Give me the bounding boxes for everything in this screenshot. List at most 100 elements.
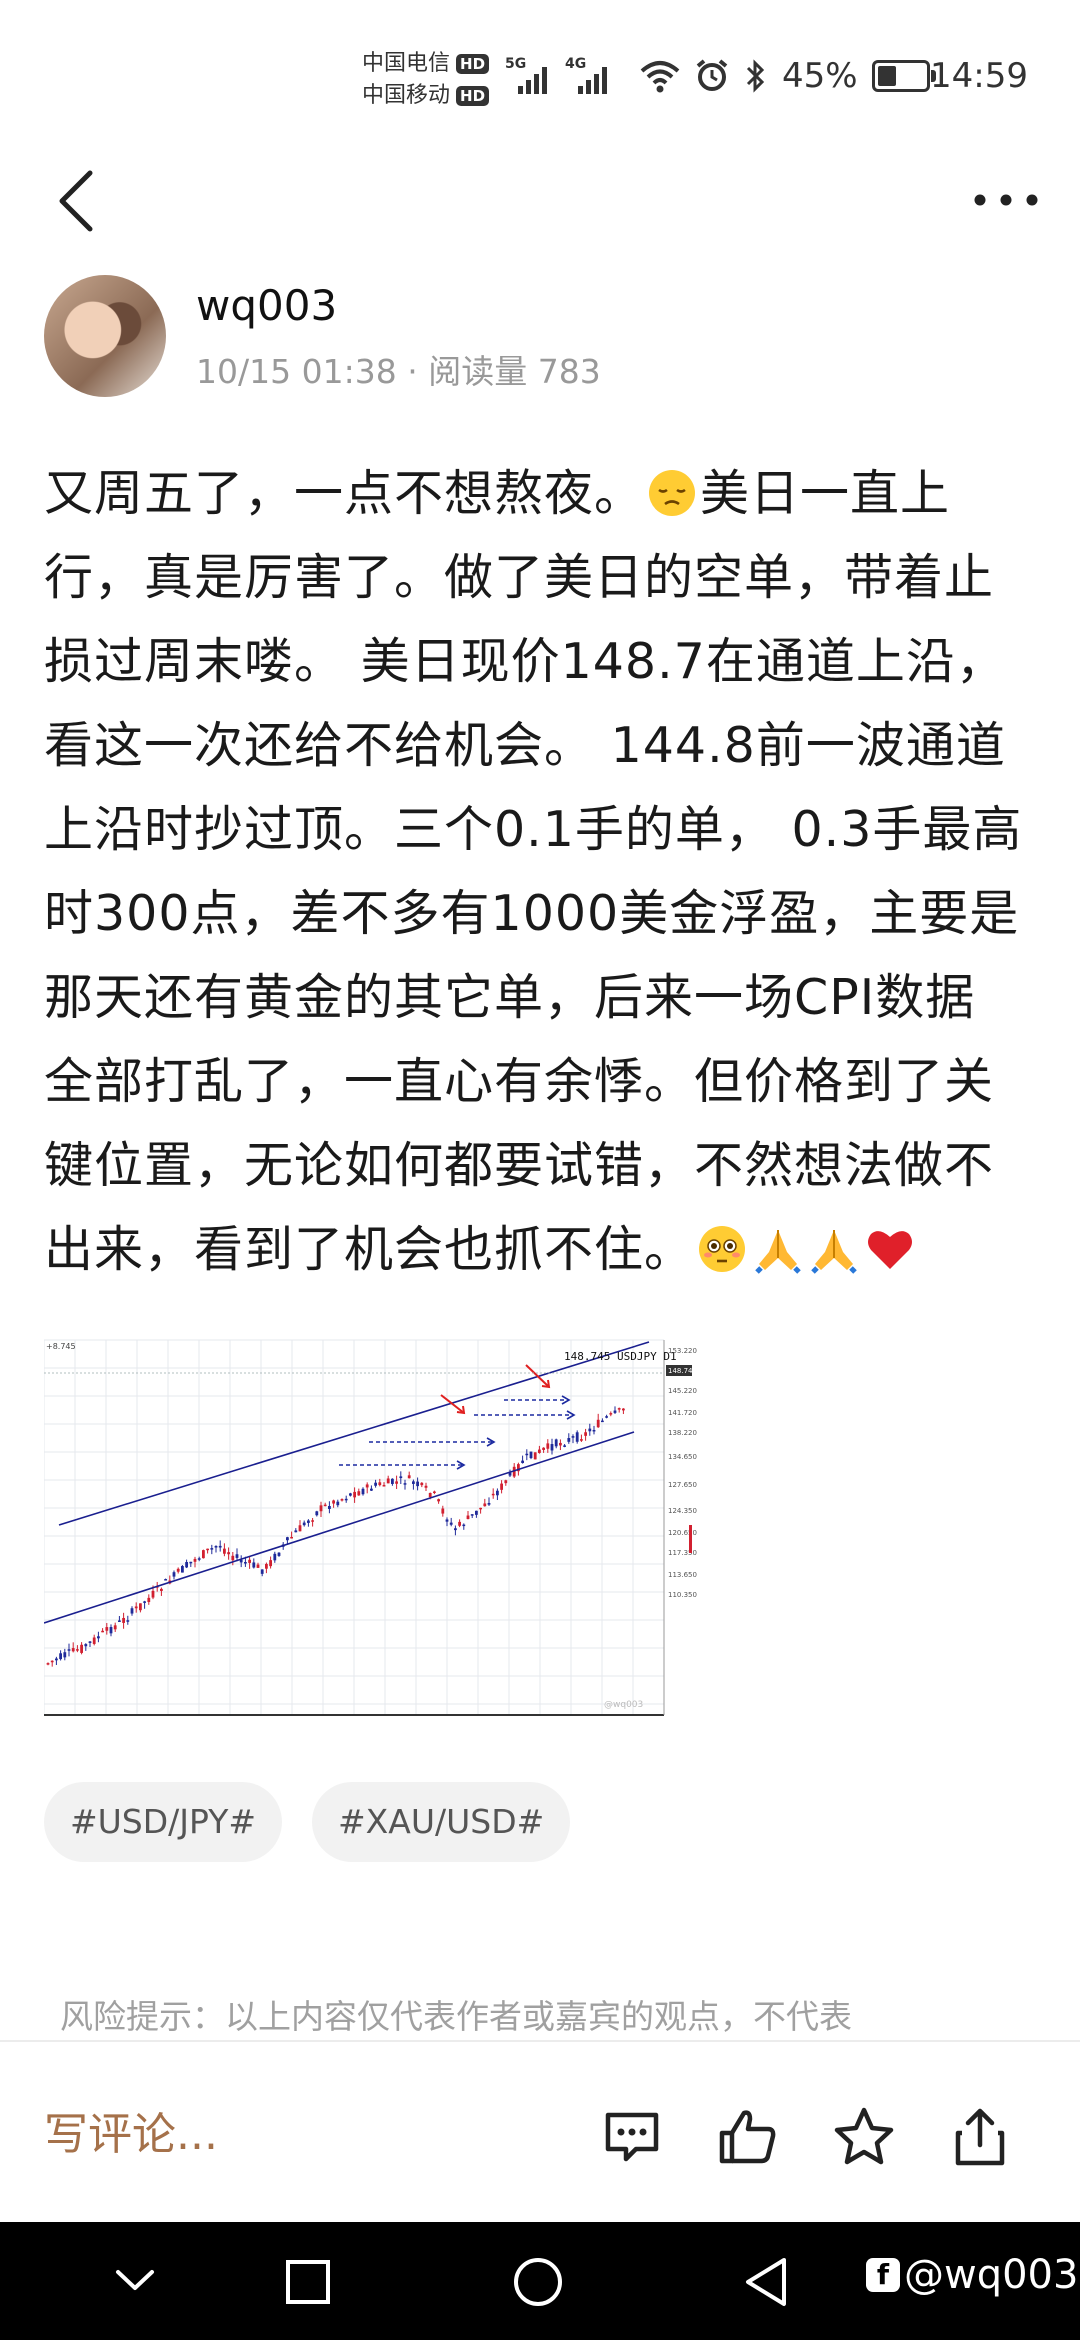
candle-body [50, 1660, 54, 1663]
candle-body [332, 1500, 335, 1504]
chart-watermark: @wq003 [604, 1700, 643, 1710]
avatar[interactable] [44, 275, 166, 397]
chart-top-left-label: +8.745 [46, 1342, 76, 1351]
candle-body [269, 1560, 272, 1567]
candle-body [193, 1558, 197, 1562]
app-watermark: f @wq003 [866, 2252, 1078, 2298]
post-line: 出来，看到了机会也抓不住。 [44, 1208, 1034, 1292]
candle-body [55, 1658, 58, 1661]
post-text: 全部打乱了，一直心有余悸。但价格到了关 [44, 1053, 995, 1110]
watermark-text: @wq003 [904, 2252, 1079, 2298]
battery-icon [871, 60, 936, 92]
candle-body [92, 1637, 96, 1644]
chart-image[interactable]: 148.745 USDJPY D1 +8.745 153.220 148.745 145… [43, 1335, 1036, 1725]
candle-body [265, 1563, 268, 1569]
candle-body [500, 1483, 503, 1490]
candle-body [622, 1408, 625, 1411]
back-button[interactable] [48, 165, 108, 235]
candle-body [596, 1419, 600, 1428]
carrier-1: 中国电信 [362, 51, 451, 76]
candle-body [403, 1483, 407, 1485]
candle-body [361, 1488, 365, 1495]
candle-body [433, 1491, 436, 1494]
candle-body [475, 1510, 478, 1515]
reads-count: 783 [537, 352, 601, 391]
signal-indicators: 5G 4G [505, 56, 607, 94]
tag-usdjpy[interactable]: #USD/JPY# [44, 1782, 282, 1862]
more-options-button[interactable] [966, 170, 1046, 230]
post-line: 看这一次还给不给机会。 144.8前一波通道 [44, 704, 1034, 788]
candle-body [315, 1511, 319, 1516]
candle-body [550, 1444, 554, 1451]
candle-body [105, 1627, 109, 1631]
candle-body [571, 1436, 575, 1438]
y-tick-label: 148.745 [668, 1367, 697, 1375]
post-line: 时300点，差不多有1000美金浮盈，主要是 [44, 872, 1034, 956]
candle-body [349, 1493, 352, 1496]
y-tick-label: 110.350 [668, 1591, 697, 1599]
candle-body [290, 1536, 293, 1539]
candle-body [97, 1636, 100, 1639]
candle-body [218, 1545, 222, 1548]
candle-body [298, 1525, 302, 1532]
comment-input[interactable]: 写评论... [44, 2098, 218, 2162]
post-text: 美日一直上 [700, 465, 951, 522]
comment-icon[interactable] [600, 2105, 664, 2169]
more-dots-icon [974, 194, 1038, 206]
candle-body [147, 1597, 151, 1603]
candle-body [395, 1481, 398, 1484]
candle-body [323, 1504, 327, 1507]
nav-home-icon[interactable] [512, 2256, 564, 2308]
candle-body [256, 1564, 260, 1568]
candle-body [113, 1625, 117, 1630]
post-meta: 10/15 01:38 · 阅读量 783 [196, 345, 601, 393]
candle-body [164, 1579, 167, 1581]
candle-body [176, 1568, 180, 1572]
post-line: 那天还有黄金的其它单，后来一场CPI数据 [44, 956, 1034, 1040]
nav-recents-icon[interactable] [284, 2258, 332, 2306]
candle-body [454, 1528, 457, 1531]
candle-body [80, 1644, 83, 1653]
candle-body [592, 1429, 596, 1432]
author-name[interactable]: wq003 [196, 281, 337, 330]
y-tick-label: 117.350 [668, 1549, 697, 1557]
candle-body [244, 1562, 247, 1564]
nav-hide-icon[interactable] [110, 2266, 160, 2296]
candle-body [407, 1475, 411, 1479]
risk-notice: 风险提示：以上内容仅代表作者或嘉宾的观点，不代表 [60, 1997, 852, 2036]
candle-body [575, 1432, 579, 1442]
candle-body [357, 1491, 361, 1496]
meta-separator: · [407, 352, 418, 391]
candle-body [449, 1522, 453, 1525]
nav-back-icon[interactable] [742, 2256, 790, 2308]
candle-body [374, 1482, 377, 1486]
candle-body [613, 1410, 617, 1413]
candle-body [386, 1478, 390, 1484]
post-text: 出来，看到了机会也抓不住。 [44, 1221, 695, 1278]
candle-body [139, 1603, 142, 1611]
price-chart: 148.745 USDJPY D1 +8.745 153.220 148.745 145… [43, 1335, 1036, 1725]
signal-5g-icon: 5G [505, 56, 547, 94]
candle-body [76, 1649, 79, 1651]
status-bar: 中国电信 HD 中国移动 HD 5G 4G 45% 14:59 [0, 0, 1080, 150]
like-icon[interactable] [716, 2105, 780, 2169]
y-tick-label: 127.650 [668, 1481, 697, 1489]
candle-body [563, 1445, 566, 1447]
tag-list: #USD/JPY# #XAU/USD# [44, 1782, 571, 1862]
favorite-star-icon[interactable] [832, 2105, 896, 2169]
tag-xauusd[interactable]: #XAU/USD# [312, 1782, 571, 1862]
share-icon[interactable] [948, 2105, 1012, 2169]
candle-body [617, 1408, 621, 1410]
candle-body [462, 1524, 466, 1527]
post-text: 键位置，无论如何都要试错，不然想法做不 [44, 1137, 995, 1194]
candle-body [134, 1606, 138, 1609]
candle-body [67, 1649, 71, 1651]
scale-marker [689, 1525, 692, 1553]
heart-emoji-icon [868, 1231, 913, 1269]
candle-body [151, 1590, 155, 1598]
candle-body [470, 1514, 474, 1516]
candle-body [559, 1442, 562, 1446]
candle-body [248, 1559, 251, 1563]
candle-body [122, 1617, 125, 1623]
pensive-emoji-icon [649, 470, 696, 516]
